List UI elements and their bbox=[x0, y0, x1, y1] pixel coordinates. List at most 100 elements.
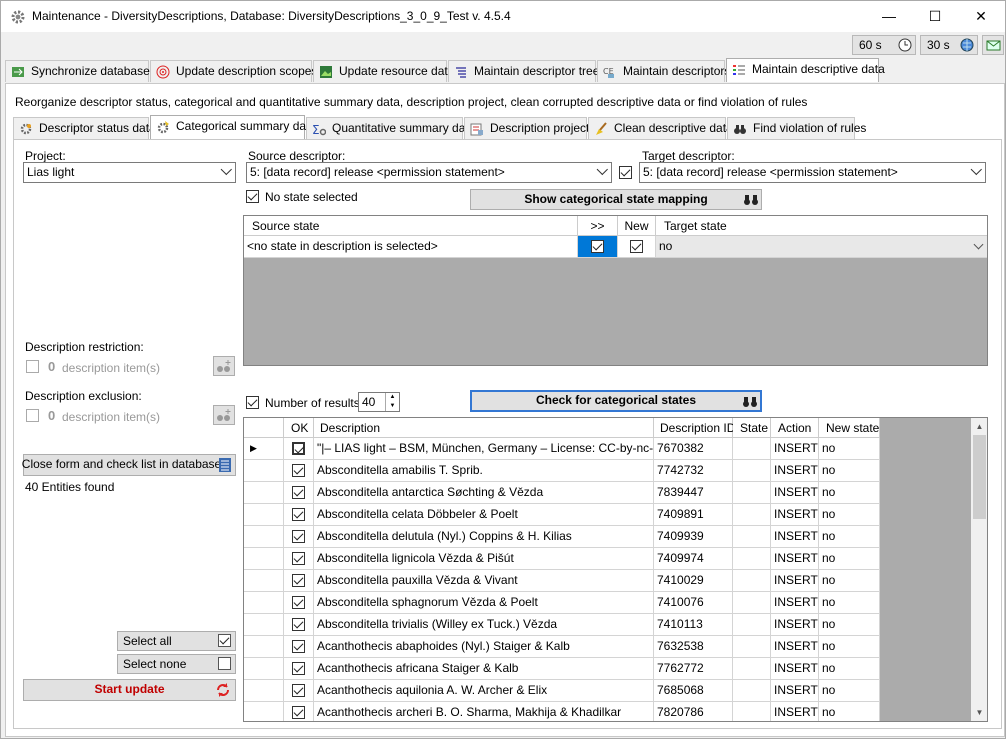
description-cell[interactable]: Acanthothecis archeri B. O. Sharma, Makh… bbox=[314, 702, 654, 721]
description-cell[interactable]: Absconditella trivialis (Willey ex Tuck.… bbox=[314, 614, 654, 636]
row-header[interactable] bbox=[244, 570, 284, 592]
timer-60-button[interactable]: 60 s bbox=[852, 35, 916, 55]
state-cell[interactable] bbox=[733, 548, 771, 570]
action-cell[interactable]: INSERT bbox=[771, 504, 819, 526]
description-id-cell[interactable]: 7409974 bbox=[654, 548, 733, 570]
description-cell[interactable]: Absconditella delutula (Nyl.) Coppins & … bbox=[314, 526, 654, 548]
action-cell[interactable]: INSERT bbox=[771, 548, 819, 570]
scroll-down-icon[interactable]: ▼ bbox=[971, 704, 987, 721]
new-state-cell[interactable]: no bbox=[819, 504, 880, 526]
ok-cell[interactable] bbox=[284, 614, 314, 636]
close-form-button[interactable]: Close form and check list in database bbox=[22, 454, 236, 476]
timer-30-button[interactable]: 30 s bbox=[920, 35, 978, 55]
description-id-cell[interactable]: 7820786 bbox=[654, 702, 733, 721]
new-state-cell[interactable]: no bbox=[819, 438, 880, 460]
description-id-cell[interactable]: 7670382 bbox=[654, 438, 733, 460]
ok-cell[interactable] bbox=[284, 702, 314, 721]
description-id-cell[interactable]: 7839447 bbox=[654, 482, 733, 504]
project-select[interactable]: Lias light bbox=[23, 162, 236, 183]
number-of-results-checkbox[interactable] bbox=[246, 396, 259, 409]
row-header[interactable] bbox=[244, 482, 284, 504]
description-id-cell[interactable]: 7409891 bbox=[654, 504, 733, 526]
ok-cell[interactable] bbox=[284, 504, 314, 526]
tab-update-resource-data[interactable]: Update resource data bbox=[313, 60, 454, 82]
target-state-cell[interactable]: no bbox=[656, 236, 987, 258]
feedback-button[interactable] bbox=[982, 35, 1004, 55]
ok-cell[interactable] bbox=[284, 438, 314, 460]
action-cell[interactable]: INSERT bbox=[771, 482, 819, 504]
exclusion-search-button[interactable] bbox=[213, 405, 235, 425]
description-cell[interactable]: Absconditella lignicola Vězda & Pišút bbox=[314, 548, 654, 570]
row-header[interactable] bbox=[244, 614, 284, 636]
new-state-cell[interactable]: no bbox=[819, 614, 880, 636]
action-cell[interactable]: INSERT bbox=[771, 592, 819, 614]
description-id-cell[interactable]: 7762772 bbox=[654, 658, 733, 680]
state-cell[interactable] bbox=[733, 482, 771, 504]
tab-clean-descriptive-data[interactable]: Clean descriptive data bbox=[588, 117, 733, 139]
ok-checkbox[interactable] bbox=[292, 706, 305, 719]
state-cell[interactable] bbox=[733, 636, 771, 658]
source-state-cell[interactable]: <no state in description is selected> bbox=[244, 236, 578, 258]
description-id-cell[interactable]: 7632538 bbox=[654, 636, 733, 658]
state-cell[interactable] bbox=[733, 526, 771, 548]
row-header[interactable] bbox=[244, 592, 284, 614]
new-state-cell[interactable]: no bbox=[819, 482, 880, 504]
description-cell[interactable]: Acanthothecis aquilonia A. W. Archer & E… bbox=[314, 680, 654, 702]
exclusion-checkbox[interactable] bbox=[26, 409, 39, 422]
action-cell[interactable]: INSERT bbox=[771, 460, 819, 482]
ok-checkbox[interactable] bbox=[292, 662, 305, 675]
action-cell[interactable]: INSERT bbox=[771, 438, 819, 460]
new-cell[interactable] bbox=[618, 236, 656, 258]
action-cell[interactable]: INSERT bbox=[771, 526, 819, 548]
restriction-checkbox[interactable] bbox=[26, 360, 39, 373]
ok-checkbox[interactable] bbox=[292, 552, 305, 565]
tab-maintain-descriptive-data[interactable]: Maintain descriptive data bbox=[726, 58, 885, 82]
new-state-cell[interactable]: no bbox=[819, 460, 880, 482]
spin-arrows-icon[interactable]: ▲ ▼ bbox=[385, 393, 399, 411]
row-header[interactable] bbox=[244, 680, 284, 702]
vertical-scrollbar[interactable]: ▲ ▼ bbox=[971, 418, 987, 721]
description-id-cell[interactable]: 7410113 bbox=[654, 614, 733, 636]
restriction-search-button[interactable] bbox=[213, 356, 235, 376]
ok-cell[interactable] bbox=[284, 680, 314, 702]
ok-checkbox[interactable] bbox=[292, 596, 305, 609]
action-cell[interactable]: INSERT bbox=[771, 614, 819, 636]
description-id-cell[interactable]: 7409939 bbox=[654, 526, 733, 548]
ok-cell[interactable] bbox=[284, 526, 314, 548]
new-state-cell[interactable]: no bbox=[819, 548, 880, 570]
tab-maintain-descriptor-trees[interactable]: Maintain descriptor trees bbox=[448, 60, 605, 82]
state-cell[interactable] bbox=[733, 460, 771, 482]
ok-cell[interactable] bbox=[284, 548, 314, 570]
ok-checkbox[interactable] bbox=[292, 486, 305, 499]
new-state-cell[interactable]: no bbox=[819, 702, 880, 721]
new-state-cell[interactable]: no bbox=[819, 592, 880, 614]
new-state-cell[interactable]: no bbox=[819, 570, 880, 592]
copy-descriptor-checkbox[interactable] bbox=[619, 166, 632, 179]
action-cell[interactable]: INSERT bbox=[771, 680, 819, 702]
select-all-button[interactable]: Select all bbox=[117, 631, 236, 651]
scroll-thumb[interactable] bbox=[973, 435, 986, 519]
ok-checkbox[interactable] bbox=[292, 442, 305, 455]
row-header[interactable] bbox=[244, 504, 284, 526]
ok-cell[interactable] bbox=[284, 658, 314, 680]
no-state-selected-checkbox[interactable] bbox=[246, 190, 259, 203]
description-cell[interactable]: "|– LIAS light – BSM, München, Germany –… bbox=[314, 438, 654, 460]
ok-cell[interactable] bbox=[284, 592, 314, 614]
minimize-button[interactable]: — bbox=[866, 1, 912, 32]
row-header[interactable] bbox=[244, 658, 284, 680]
description-cell[interactable]: Absconditella celata Döbbeler & Poelt bbox=[314, 504, 654, 526]
tab-description-project[interactable]: Description project bbox=[464, 117, 589, 139]
action-cell[interactable]: INSERT bbox=[771, 702, 819, 721]
description-cell[interactable]: Acanthothecis africana Staiger & Kalb bbox=[314, 658, 654, 680]
tab-synchronize-databases[interactable]: Synchronize databases bbox=[5, 60, 156, 82]
target-descriptor-select[interactable]: 5: [data record] release <permission sta… bbox=[639, 162, 986, 183]
action-cell[interactable]: INSERT bbox=[771, 570, 819, 592]
description-id-cell[interactable]: 7742732 bbox=[654, 460, 733, 482]
description-cell[interactable]: Absconditella sphagnorum Vězda & Poelt bbox=[314, 592, 654, 614]
ok-checkbox[interactable] bbox=[292, 618, 305, 631]
row-header[interactable] bbox=[244, 460, 284, 482]
row-header[interactable] bbox=[244, 526, 284, 548]
new-state-cell[interactable]: no bbox=[819, 526, 880, 548]
description-cell[interactable]: Absconditella pauxilla Vězda & Vivant bbox=[314, 570, 654, 592]
scroll-up-icon[interactable]: ▲ bbox=[971, 418, 987, 435]
